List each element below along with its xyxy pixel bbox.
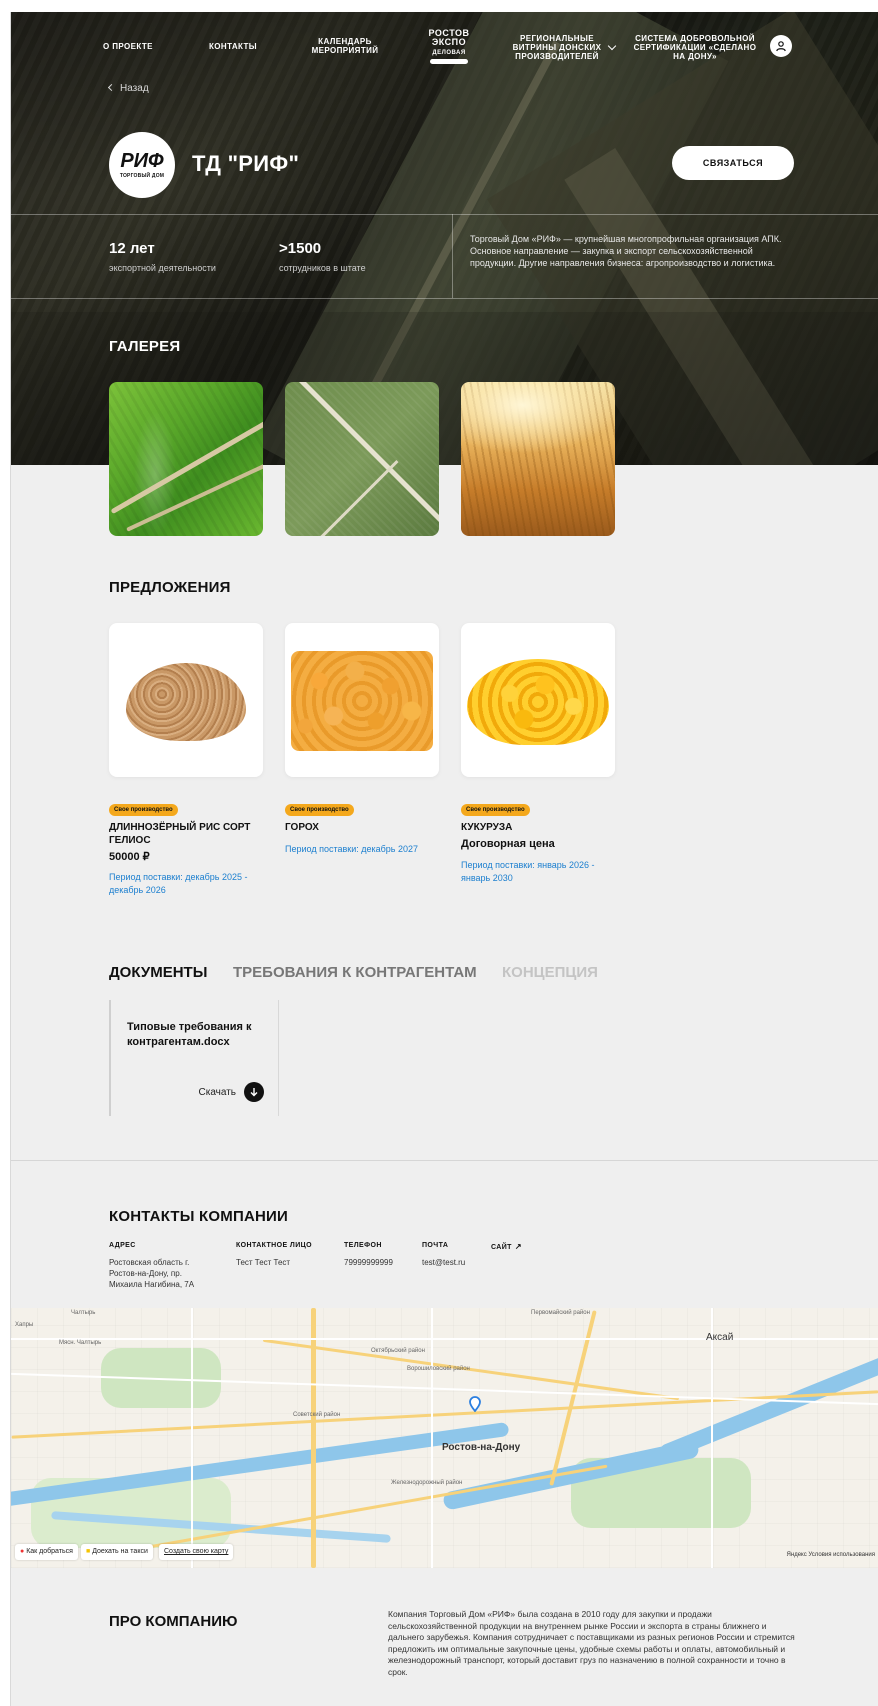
stat-staff-label: сотрудников в штате — [279, 263, 366, 273]
back-link[interactable]: Назад — [107, 83, 149, 94]
location-pin-icon: ● — [20, 1548, 25, 1555]
nav-calendar[interactable]: Календарь мероприятий — [303, 37, 387, 55]
taxi-icon: ■ — [86, 1548, 91, 1555]
tab-documents[interactable]: ДОКУМЕНТЫ — [109, 964, 207, 981]
stat-years-label: экспортной деятельности — [109, 263, 216, 273]
rice-image — [126, 663, 246, 741]
map-label: Октябрьский район — [371, 1348, 425, 1354]
stat-years-value: 12 лет — [109, 240, 155, 257]
offer-period: Период поставки: январь 2026 - январь 20… — [461, 860, 595, 883]
offer-name[interactable]: ГОРОХ — [285, 821, 450, 834]
map-route-label: Как добраться — [26, 1548, 73, 1555]
divider — [11, 214, 878, 215]
yandex-map[interactable]: Чалтырь Мясн. Чалтырь Хапры Октябрьский … — [11, 1308, 878, 1568]
offer-badge: Свое производство — [109, 804, 178, 816]
gallery-image-3[interactable] — [461, 382, 615, 536]
about-title: Про компанию — [109, 1613, 238, 1630]
phone-heading: Телефон — [344, 1242, 382, 1249]
offers-title: Предложения — [109, 579, 231, 596]
contact-button[interactable]: Связаться — [672, 146, 794, 180]
nav-regional-showcases[interactable]: Региональные витрины донских производите… — [509, 34, 621, 61]
person-value: Тест Тест Тест — [236, 1258, 291, 1267]
nav-contacts[interactable]: Контакты — [209, 42, 257, 51]
address-heading: Адрес — [109, 1242, 136, 1249]
download-label: Скачать — [198, 1086, 237, 1098]
address-value: Ростовская область г. Ростов-на-Дону, пр… — [109, 1258, 195, 1289]
corn-image — [467, 659, 609, 745]
offer-price: Договорная цена — [461, 838, 555, 850]
map-terms[interactable]: Яндекс Условия использования — [787, 1552, 875, 1558]
gallery-image-1[interactable] — [109, 382, 263, 536]
offer-card-peas[interactable] — [285, 623, 439, 777]
divider — [452, 214, 453, 298]
create-map-link[interactable]: Создать свою карту — [159, 1544, 234, 1560]
divider — [11, 298, 878, 299]
map-taxi-button[interactable]: ■ Доехать на такси — [81, 1544, 153, 1560]
email-heading: Почта — [422, 1242, 449, 1249]
map-taxi-label: Доехать на такси — [92, 1548, 148, 1555]
contacts-title: Контакты компании — [109, 1208, 288, 1225]
logo-line3: ДЕЛОВАЯ — [432, 50, 466, 56]
email-value[interactable]: test@test.ru — [422, 1257, 465, 1268]
phone-value[interactable]: 79999999999 — [344, 1257, 393, 1268]
map-route-button[interactable]: ● Как добраться — [15, 1544, 78, 1560]
user-icon — [776, 41, 786, 52]
map-label-city: Ростов-на-Дону — [442, 1442, 521, 1453]
offer-badge: Свое производство — [285, 804, 354, 816]
offer-period: Период поставки: декабрь 2027 — [285, 844, 418, 854]
gallery-image-2[interactable] — [285, 382, 439, 536]
offer-card-rice[interactable] — [109, 623, 263, 777]
chevron-down-icon — [607, 41, 617, 50]
offer-badge: Свое производство — [461, 804, 530, 816]
gallery-title: Галерея — [109, 338, 181, 355]
top-nav: О проекте Контакты Календарь мероприятий… — [11, 12, 878, 92]
logo-rif-text: РИФ — [120, 150, 164, 172]
map-pin-icon[interactable] — [469, 1396, 481, 1412]
offer-period: Период поставки: декабрь 2025 - декабрь … — [109, 872, 248, 895]
download-icon — [244, 1082, 264, 1102]
map-label: Чалтырь — [71, 1310, 96, 1316]
page: О проекте Контакты Календарь мероприятий… — [10, 12, 878, 1706]
offer-name[interactable]: ДЛИННОЗЁРНЫЙ РИС СОРТ ГЕЛИОС — [109, 821, 274, 847]
site-heading: Сайт — [491, 1244, 512, 1251]
nav-certification[interactable]: Система добровольной сертификации «Сдела… — [633, 34, 757, 61]
map-label: Советский район — [293, 1412, 341, 1418]
logo-line2: ЭКСПО — [431, 37, 467, 47]
map-label: Хапры — [15, 1322, 34, 1328]
document-card: Типовые требования к контрагентам.docx С… — [109, 1000, 279, 1116]
nav-regional-label: Региональные витрины донских производите… — [512, 34, 602, 61]
map-label: Первомайский район — [531, 1310, 590, 1316]
offer-name[interactable]: КУКУРУЗА — [461, 821, 626, 834]
external-link-icon: ↗ — [514, 1242, 522, 1251]
company-logo: РИФ ТОРГОВЫЙ ДОМ — [109, 132, 175, 198]
about-text: Компания Торговый Дом «РИФ» была создана… — [388, 1609, 795, 1677]
back-label: Назад — [120, 83, 149, 94]
company-name: ТД "РИФ" — [192, 151, 300, 176]
person-heading: Контактное лицо — [236, 1242, 312, 1249]
logo-pill — [430, 59, 468, 64]
divider — [11, 1160, 878, 1161]
download-button[interactable]: Скачать — [198, 1082, 264, 1102]
rostov-expo-logo[interactable]: РОСТОВ ЭКСПО ДЕЛОВАЯ — [426, 29, 472, 64]
chevron-left-icon — [107, 83, 116, 92]
nav-about[interactable]: О проекте — [103, 42, 153, 51]
company-short-description: Торговый Дом «РИФ» — крупнейшая многопро… — [470, 234, 782, 268]
map-label: Железнодорожный район — [391, 1480, 463, 1486]
peas-image — [291, 651, 433, 751]
map-label: Мясн. Чалтырь — [59, 1340, 102, 1346]
map-label: Ворошиловский район — [407, 1366, 470, 1372]
tab-counterparty-requirements[interactable]: ТРЕБОВАНИЯ К КОНТРАГЕНТАМ — [233, 964, 477, 981]
user-account-button[interactable] — [770, 35, 792, 57]
site-link[interactable]: Сайт ↗ — [491, 1242, 522, 1251]
document-file-name: Типовые требования к контрагентам.docx — [127, 1021, 252, 1048]
stat-staff-value: >1500 — [279, 240, 322, 257]
offer-card-corn[interactable] — [461, 623, 615, 777]
offer-price: 50000 ₽ — [109, 851, 150, 863]
map-label-aksay: Аксай — [706, 1332, 734, 1343]
tab-concept[interactable]: КОНЦЕПЦИЯ — [502, 964, 598, 981]
logo-subtitle: ТОРГОВЫЙ ДОМ — [119, 173, 165, 179]
